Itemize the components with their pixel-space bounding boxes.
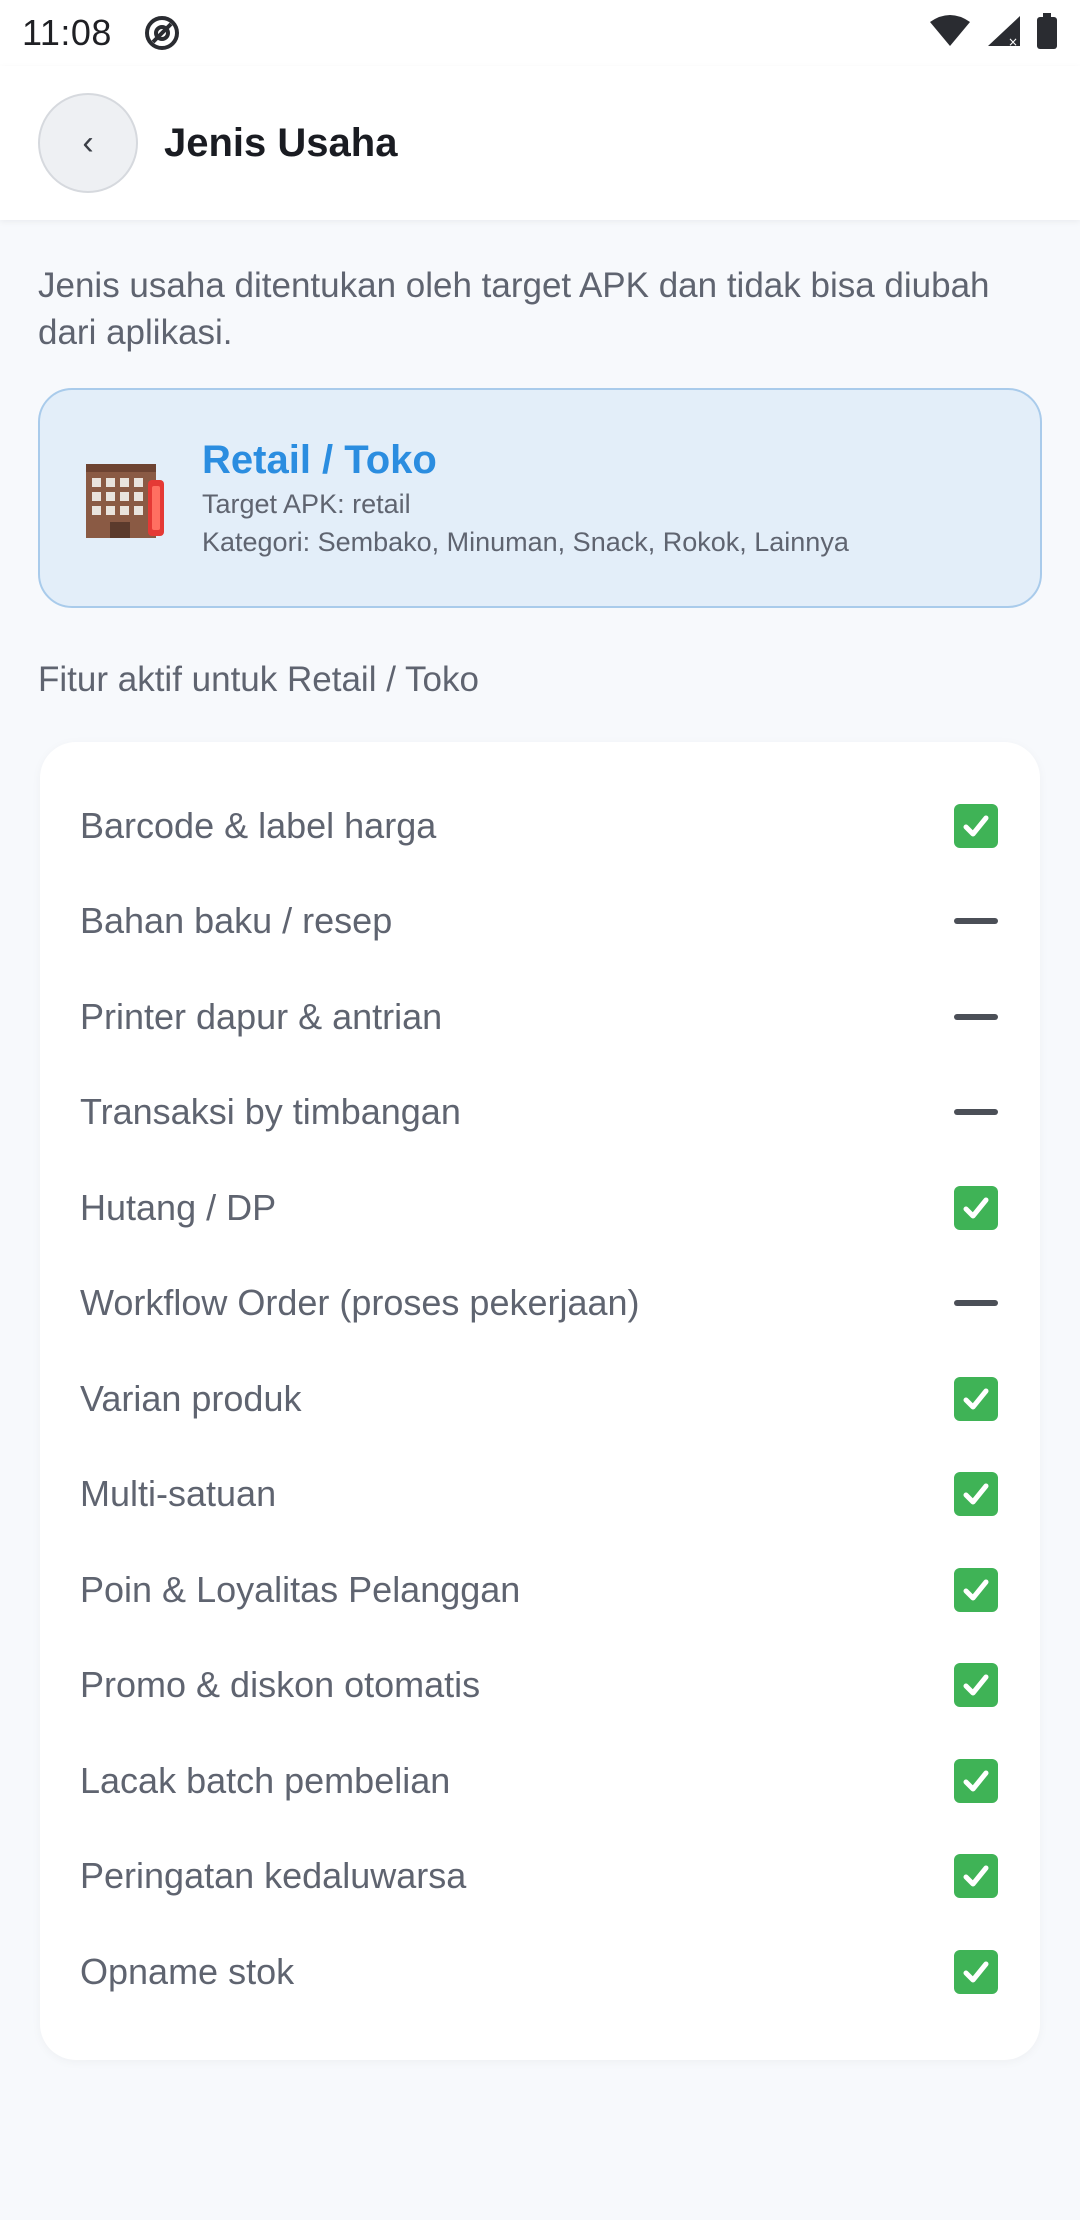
check-icon (954, 1185, 998, 1230)
feature-status (952, 802, 1000, 850)
status-time: 11:08 (22, 12, 112, 53)
check-icon (954, 1758, 998, 1803)
categories-text: Kategori: Sembako, Minuman, Snack, Rokok… (202, 527, 849, 557)
feature-label: Poin & Loyalitas Pelanggan (80, 1568, 521, 1610)
list-item: Varian produk (40, 1351, 1040, 1447)
feature-status (952, 1375, 1000, 1423)
status-icons: × (928, 12, 1058, 54)
business-type-name: Retail / Toko (202, 438, 437, 482)
signal-icon: × (986, 14, 1022, 53)
feature-status (952, 897, 1000, 945)
business-type-card: Retail / Toko Target APK: retail Kategor… (38, 388, 1042, 608)
check-icon (954, 1472, 998, 1517)
feature-status (952, 1470, 1000, 1518)
feature-status (952, 1757, 1000, 1805)
feature-status (952, 1948, 1000, 1996)
list-item: Opname stok (40, 1924, 1040, 2020)
intro-text: Jenis usaha ditentukan oleh target APK d… (38, 266, 990, 352)
list-item: Multi-satuan (40, 1447, 1040, 1543)
page-title: Jenis Usaha (164, 120, 398, 165)
feature-label: Opname stok (80, 1950, 295, 1992)
app-bar: ‹ Jenis Usaha (0, 66, 1080, 220)
check-icon (954, 1949, 998, 1994)
feature-label: Varian produk (80, 1377, 302, 1419)
list-item: Peringatan kedaluwarsa (40, 1829, 1040, 1925)
feature-label: Workflow Order (proses pekerjaan) (80, 1282, 640, 1324)
chevron-left-icon: ‹ (82, 123, 94, 162)
dash-icon (954, 918, 998, 925)
dash-icon (954, 1013, 998, 1020)
feature-label: Lacak batch pembelian (80, 1759, 451, 1801)
feature-label: Printer dapur & antrian (80, 995, 443, 1037)
check-icon (954, 1567, 998, 1612)
feature-label: Transaksi by timbangan (80, 1091, 461, 1133)
check-icon (954, 1376, 998, 1421)
feature-label: Peringatan kedaluwarsa (80, 1855, 467, 1897)
list-item: Poin & Loyalitas Pelanggan (40, 1542, 1040, 1638)
list-item: Printer dapur & antrian (40, 969, 1040, 1065)
check-icon (954, 1663, 998, 1708)
list-item: Transaksi by timbangan (40, 1065, 1040, 1161)
dash-icon (954, 1109, 998, 1116)
feature-status (952, 1661, 1000, 1709)
feature-status (952, 1088, 1000, 1136)
business-type-info: Retail / Toko Target APK: retail Kategor… (202, 435, 849, 561)
feature-label: Barcode & label harga (80, 804, 437, 846)
feature-status (952, 1566, 1000, 1614)
wifi-icon (928, 14, 972, 53)
check-icon (954, 803, 998, 848)
list-item: Workflow Order (proses pekerjaan) (40, 1256, 1040, 1352)
feature-status (952, 1852, 1000, 1900)
at-sign-icon (142, 13, 182, 53)
feature-status (952, 1184, 1000, 1232)
list-item: Barcode & label harga (40, 778, 1040, 874)
list-item: Bahan baku / resep (40, 874, 1040, 970)
list-item: Promo & diskon otomatis (40, 1638, 1040, 1734)
battery-icon (1036, 12, 1058, 54)
check-icon (954, 1854, 998, 1899)
target-apk-text: Target APK: retail (202, 489, 411, 519)
dash-icon (954, 1300, 998, 1307)
feature-label: Hutang / DP (80, 1186, 277, 1228)
feature-label: Multi-satuan (80, 1473, 277, 1515)
feature-status (952, 993, 1000, 1041)
status-bar: 11:08 × (0, 0, 1080, 66)
svg-text:×: × (1008, 35, 1018, 48)
list-item: Hutang / DP (40, 1160, 1040, 1256)
feature-label: Promo & diskon otomatis (80, 1664, 481, 1706)
list-item: Lacak batch pembelian (40, 1733, 1040, 1829)
building-icon (82, 454, 170, 542)
feature-list: Barcode & label harga Bahan baku / resep… (40, 742, 1040, 2060)
back-button[interactable]: ‹ (38, 93, 138, 193)
features-title: Fitur aktif untuk Retail / Toko (38, 660, 479, 699)
feature-label: Bahan baku / resep (80, 900, 393, 942)
feature-status (952, 1279, 1000, 1327)
